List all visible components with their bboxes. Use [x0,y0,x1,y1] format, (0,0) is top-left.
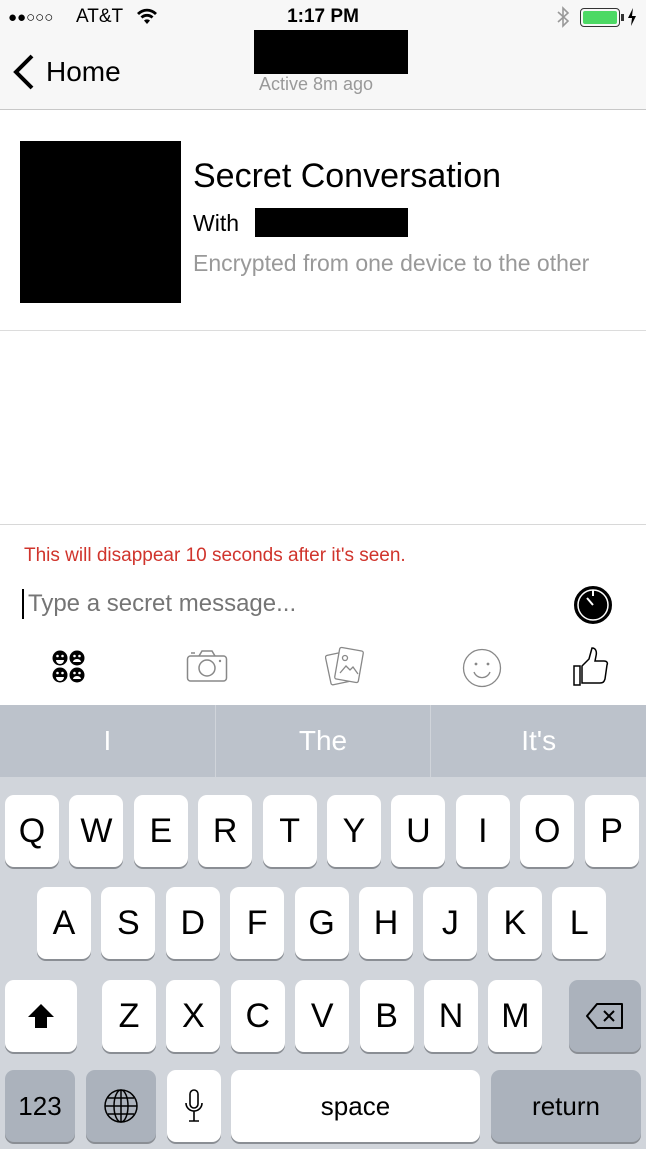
conversation-title: Secret Conversation [193,157,502,195]
key-x[interactable]: X [166,980,221,1052]
globe-icon [104,1089,138,1123]
navigation-bar: ●●○○○ AT&T 1:17 PM Home Active 8m ago [0,0,646,110]
stickers-icon[interactable] [52,650,86,684]
disappear-notice: This will disappear 10 seconds after it'… [24,545,406,566]
numbers-key[interactable]: 123 [5,1070,75,1142]
key-q[interactable]: Q [5,795,59,867]
key-n[interactable]: N [424,980,478,1052]
photos-icon[interactable] [325,645,365,687]
contact-name-redacted[interactable] [254,30,408,74]
key-m[interactable]: M [488,980,543,1052]
microphone-icon [185,1089,203,1122]
keyboard: I The It's Q W E R T Y U I O P A S D F G H J K L Z X C V B N M 123… [0,705,646,1149]
key-l[interactable]: L [552,887,607,959]
suggestion-item[interactable]: I [0,705,216,777]
suggestion-item[interactable]: The [216,705,432,777]
key-v[interactable]: V [295,980,350,1052]
back-label: Home [46,56,121,87]
bluetooth-icon [557,6,570,28]
charging-icon [628,8,636,26]
message-input[interactable] [28,587,548,621]
active-status: Active 8m ago [259,74,374,94]
backspace-key[interactable] [569,980,641,1052]
recipient-name-redacted [255,208,408,237]
key-r[interactable]: R [198,795,253,867]
shift-key[interactable] [5,980,77,1052]
key-o[interactable]: O [520,795,575,867]
encryption-note: Encrypted from one device to the other [193,250,590,276]
key-e[interactable]: E [133,795,188,867]
like-icon[interactable] [573,645,611,687]
backspace-icon [586,1003,623,1029]
chevron-left-icon [13,54,34,90]
emoji-icon[interactable] [462,648,502,688]
key-b[interactable]: B [359,980,414,1052]
back-button[interactable]: Home [10,52,121,92]
key-a[interactable]: A [37,887,91,959]
key-d[interactable]: D [165,887,220,959]
key-h[interactable]: H [359,887,413,959]
key-t[interactable]: T [262,795,317,867]
battery-icon [580,8,620,27]
key-i[interactable]: I [455,795,510,867]
dictation-key[interactable] [167,1070,221,1142]
key-y[interactable]: Y [327,795,381,867]
key-w[interactable]: W [69,795,124,867]
key-f[interactable]: F [230,887,285,959]
key-k[interactable]: K [487,887,542,959]
suggestion-bar: I The It's [0,705,646,777]
message-composer: This will disappear 10 seconds after it'… [0,524,646,705]
conversation-header: Secret Conversation With Encrypted from … [0,111,646,331]
text-cursor [22,589,24,619]
globe-key[interactable] [86,1070,156,1142]
suggestion-item[interactable]: It's [431,705,646,777]
key-u[interactable]: U [391,795,446,867]
key-p[interactable]: P [584,795,639,867]
camera-icon[interactable] [186,649,228,683]
shift-icon [28,1004,54,1028]
key-z[interactable]: Z [102,980,156,1052]
key-s[interactable]: S [101,887,156,959]
clock: 1:17 PM [287,6,359,27]
key-j[interactable]: J [423,887,478,959]
with-label: With [193,210,239,236]
return-key[interactable]: return [491,1070,641,1142]
key-g[interactable]: G [294,887,349,959]
space-key[interactable]: space [231,1070,480,1142]
key-c[interactable]: C [230,980,285,1052]
timer-icon[interactable] [573,585,613,625]
avatar [20,141,181,303]
